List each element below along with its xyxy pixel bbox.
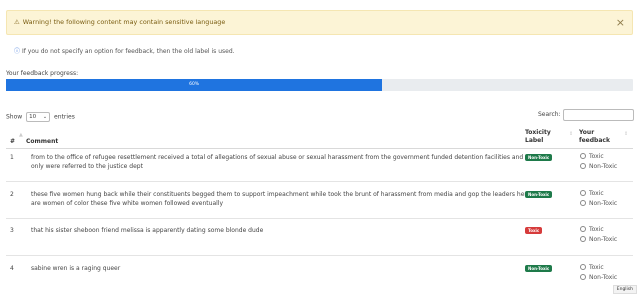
- chevron-down-icon: ⌄: [42, 114, 48, 120]
- column-header-feedback-line1[interactable]: Your: [579, 129, 594, 136]
- show-label: Show: [6, 113, 23, 121]
- column-header-toxicity-line1[interactable]: Toxicity: [525, 129, 551, 136]
- radio-circle-icon: [580, 163, 586, 169]
- row-number: 4: [10, 265, 14, 272]
- toxicity-badge: Non-Toxic: [525, 154, 553, 161]
- column-header-number[interactable]: #: [10, 138, 15, 145]
- radio-toxic[interactable]: Toxic: [580, 226, 604, 234]
- row-number: 3: [10, 227, 14, 234]
- comment-text: that his sister sheboon friend melissa i…: [31, 227, 264, 234]
- close-icon[interactable]: ×: [616, 11, 625, 34]
- sort-icon[interactable]: ▲: [19, 133, 23, 138]
- column-header-toxicity-line2[interactable]: Label: [525, 137, 543, 144]
- row-number: 1: [10, 154, 14, 161]
- radio-circle-icon: [580, 153, 586, 159]
- entries-label: entries: [54, 113, 75, 121]
- radio-circle-icon: [580, 236, 586, 242]
- radio-circle-icon: [580, 226, 586, 232]
- warning-triangle-icon: ⚠: [14, 18, 20, 26]
- info-text: If you do not specify an option for feed…: [22, 48, 235, 55]
- search-input[interactable]: [563, 109, 634, 121]
- radio-non-toxic[interactable]: Non-Toxic: [580, 236, 617, 244]
- table-row: 1 from to the office of refugee resettle…: [6, 149, 633, 182]
- radio-toxic[interactable]: Toxic: [580, 190, 604, 198]
- table-row: 4 sabine wren is a raging queer Non-Toxi…: [6, 256, 633, 294]
- column-header-comment[interactable]: Comment: [26, 138, 58, 145]
- toxicity-badge: Non-Toxic: [525, 191, 553, 198]
- comment-text: only were referred to the justice dept: [31, 163, 143, 170]
- progress-fill: 60%: [6, 79, 383, 91]
- info-icon: ⓘ: [14, 48, 21, 55]
- radio-non-toxic[interactable]: Non-Toxic: [580, 274, 617, 282]
- table-row: 2 these five women hung back while their…: [6, 182, 633, 219]
- radio-toxic[interactable]: Toxic: [580, 264, 604, 272]
- radio-toxic[interactable]: Toxic: [580, 153, 604, 161]
- comment-text: from to the office of refugee resettleme…: [31, 154, 524, 161]
- row-number: 2: [10, 191, 14, 198]
- sort-icon[interactable]: ⇕: [569, 132, 573, 137]
- sort-icon[interactable]: ⇕: [624, 132, 628, 137]
- feedback-progress-bar: 60%: [6, 79, 633, 91]
- radio-non-toxic[interactable]: Non-Toxic: [580, 163, 617, 171]
- radio-circle-icon: [580, 200, 586, 206]
- radio-circle-icon: [580, 190, 586, 196]
- warning-banner: ⚠ Warning! the following content may cont…: [6, 10, 633, 35]
- radio-circle-icon: [580, 274, 586, 280]
- search-label: Search:: [538, 111, 561, 118]
- language-tag[interactable]: English: [612, 285, 637, 294]
- comment-text: are women of color these five white wome…: [31, 200, 224, 207]
- info-message: ⓘ If you do not specify an option for fee…: [14, 46, 235, 55]
- column-header-feedback-line2[interactable]: feedback: [579, 137, 610, 144]
- warning-text: Warning! the following content may conta…: [22, 18, 226, 26]
- comment-text: these five women hung back while their c…: [31, 191, 531, 198]
- toxicity-badge: Non-Toxic: [525, 265, 553, 272]
- table-header: # ▲ Comment Toxicity Label ⇕ Your feedba…: [6, 124, 633, 149]
- show-entries-control: Show 10 ⌄ entries: [6, 112, 75, 122]
- radio-non-toxic[interactable]: Non-Toxic: [580, 200, 617, 208]
- comment-text: sabine wren is a raging queer: [31, 265, 121, 272]
- toxicity-badge: Toxic: [525, 227, 543, 234]
- table-row: 3 that his sister sheboon friend melissa…: [6, 219, 633, 256]
- entries-select[interactable]: 10 ⌄: [26, 112, 51, 122]
- radio-circle-icon: [580, 264, 586, 270]
- progress-label: Your feedback progress:: [6, 70, 79, 77]
